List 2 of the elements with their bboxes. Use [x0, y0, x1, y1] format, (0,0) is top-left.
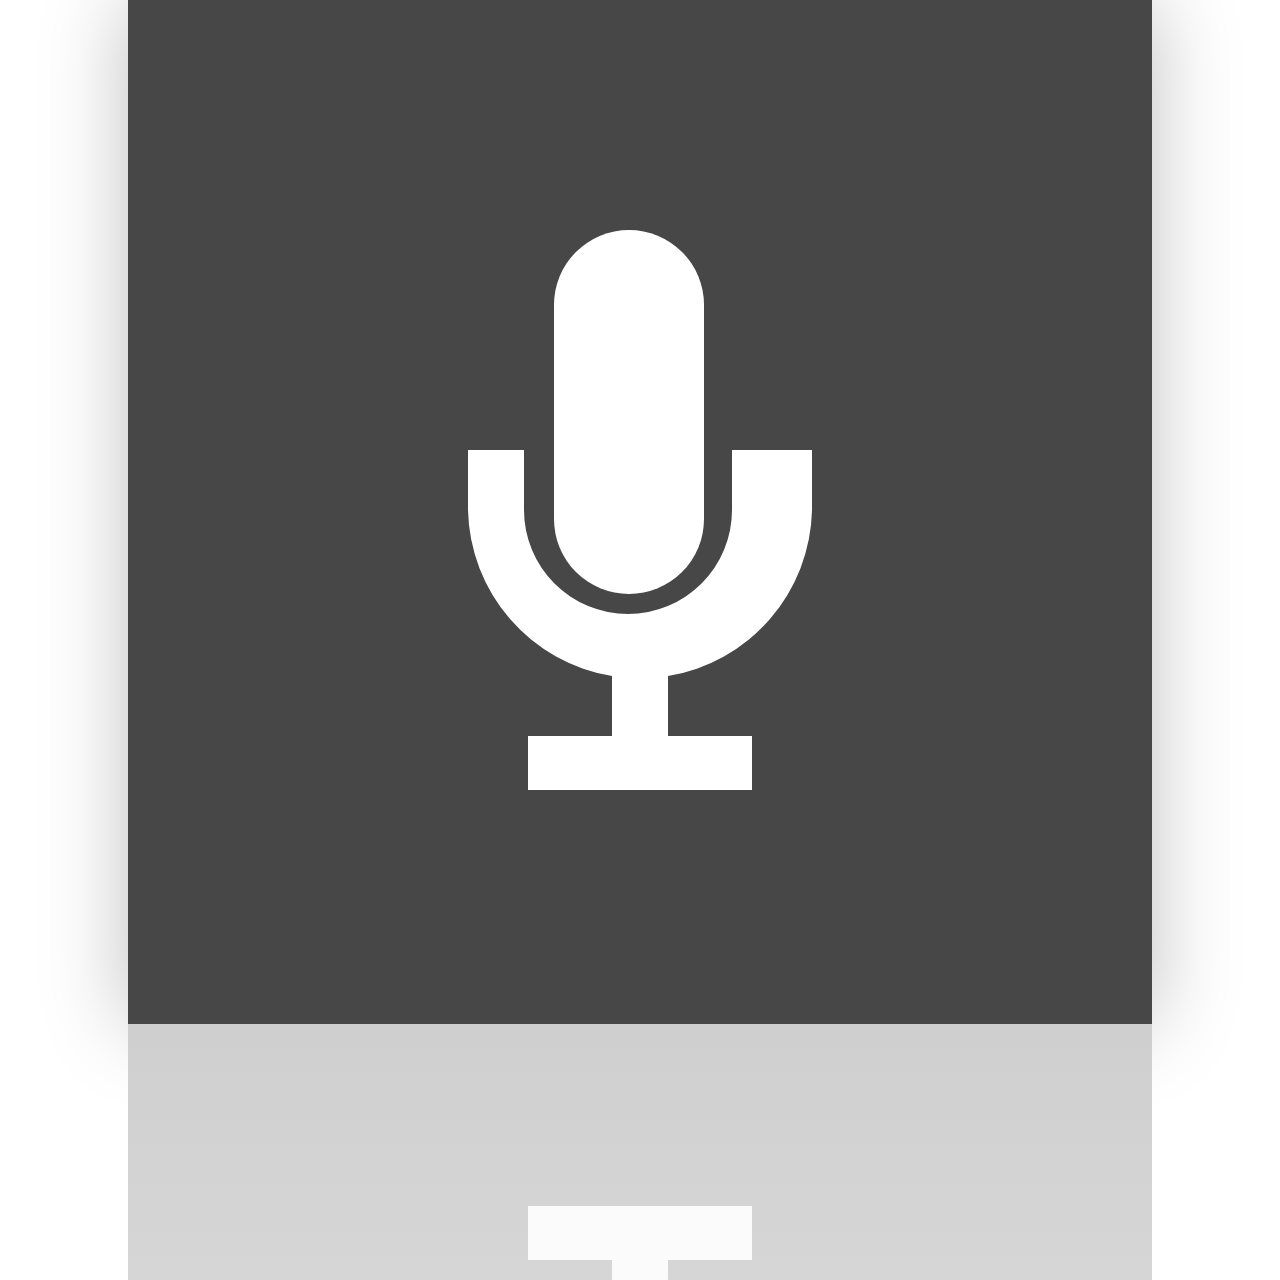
microphone-icon	[468, 230, 812, 790]
microphone-reflection-icon	[528, 1206, 752, 1280]
